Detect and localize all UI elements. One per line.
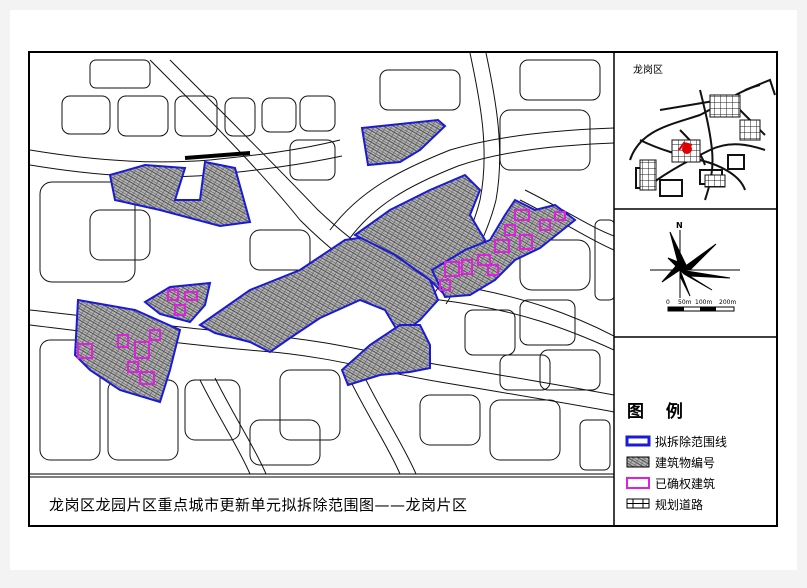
legend-swatches [625, 435, 651, 509]
legend-item-label: 规划道路 [655, 498, 704, 512]
legend-item-confirmed: 已确权建筑 [655, 475, 715, 492]
legend-item-boundary: 拟拆除范围线 [655, 433, 727, 450]
legend-item-label: 拟拆除范围线 [655, 435, 728, 449]
inset-region-label: 龙岗区 [633, 65, 663, 76]
map-title: 龙岗区龙园片区重点城市更新单元拟拆除范围图——龙岗片区 [49, 496, 468, 514]
scale-tick-label: 100m [695, 299, 713, 306]
scale-tick-label: 0 [666, 299, 670, 306]
legend-item-building: 建筑物编号 [655, 454, 715, 471]
compass-rose-icon [650, 230, 740, 298]
legend-title: 图 例 [627, 402, 691, 422]
scale-tick-label: 50m [678, 299, 692, 306]
scale-bar [667, 306, 735, 312]
north-label: N [676, 221, 683, 230]
thick-road-segment [184, 151, 251, 160]
legend-item-label: 已确权建筑 [655, 477, 716, 491]
legend-item-road: 规划道路 [655, 496, 703, 513]
legend-item-label: 建筑物编号 [655, 456, 716, 470]
scale-tick-label: 200m [719, 299, 737, 306]
